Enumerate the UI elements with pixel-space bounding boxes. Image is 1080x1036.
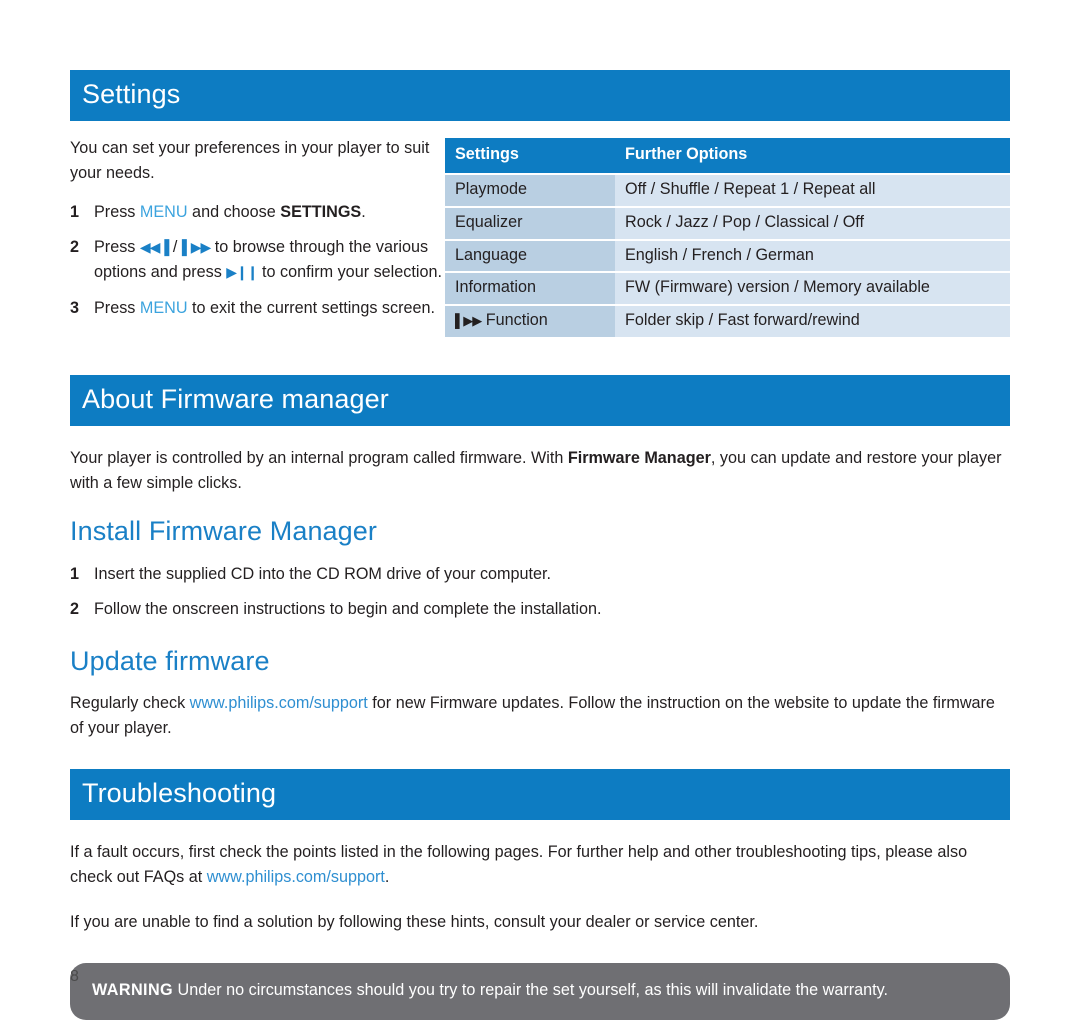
section-banner-settings: Settings (70, 70, 1010, 122)
page-number: 8 (70, 968, 79, 985)
warning-text: Under no circumstances should you try to… (173, 981, 889, 1000)
step1-mid: and choose (187, 203, 281, 222)
section-banner-settings-title: Settings (82, 79, 181, 109)
table-cell-options: Folder skip / Fast forward/rewind (615, 306, 1010, 338)
update-text-a: Regularly check (70, 693, 190, 712)
step-number: 1 (70, 203, 80, 222)
table-header-settings: Settings (445, 138, 615, 173)
step2-prefix: Press (94, 238, 140, 257)
step-text: Press MENU to exit the current settings … (94, 296, 445, 321)
step1-prefix: Press (94, 203, 140, 222)
firmware-intro-paragraph: Your player is controlled by an internal… (70, 446, 1010, 496)
table-row: ▌▶▶ Function Folder skip / Fast forward/… (445, 306, 1010, 338)
step1-suffix: . (361, 203, 366, 222)
step-text: Press MENU and choose SETTINGS. (94, 200, 445, 225)
table-cell-setting: Equalizer (445, 207, 615, 239)
table-cell-setting-function: ▌▶▶ Function (445, 306, 615, 338)
update-firmware-heading: Update firmware (70, 645, 270, 676)
settings-content-row: You can set your preferences in your pla… (70, 136, 1010, 339)
install-step-2: 2 Follow the onscreen instructions to be… (70, 597, 1010, 622)
table-cell-setting: Information (445, 273, 615, 305)
settings-step-1: 1 Press MENU and choose SETTINGS. (70, 200, 445, 225)
table-row: Playmode Off / Shuffle / Repeat 1 / Repe… (445, 174, 1010, 206)
table-header-row: Settings Further Options (445, 138, 1010, 173)
philips-support-link[interactable]: www.philips.com/support (190, 694, 368, 712)
install-steps-list: 1 Insert the supplied CD into the CD ROM… (70, 562, 1010, 622)
step3-prefix: Press (94, 298, 140, 317)
philips-support-link[interactable]: www.philips.com/support (207, 868, 385, 886)
settings-table-body: Playmode Off / Shuffle / Repeat 1 / Repe… (445, 174, 1010, 338)
install-firmware-heading: Install Firmware Manager (70, 516, 377, 547)
step-number: 1 (70, 564, 80, 583)
settings-keyword: SETTINGS (280, 203, 362, 222)
step-text: Follow the onscreen instructions to begi… (94, 599, 602, 618)
step-number: 2 (70, 599, 80, 618)
troubleshooting-text-b: . (384, 868, 390, 887)
firmware-intro-a: Your player is controlled by an internal… (70, 449, 568, 468)
table-row: Information FW (Firmware) version / Memo… (445, 273, 1010, 305)
settings-step-2: 2 Press ◀◀▐ / ▌▶▶ to browse through the … (70, 235, 445, 285)
settings-instructions-column: You can set your preferences in your pla… (70, 136, 445, 331)
table-row: Equalizer Rock / Jazz / Pop / Classical … (445, 207, 1010, 239)
settings-step-3: 3 Press MENU to exit the current setting… (70, 296, 445, 321)
settings-intro-paragraph: You can set your preferences in your pla… (70, 139, 430, 183)
install-step-1: 1 Insert the supplied CD into the CD ROM… (70, 562, 1010, 587)
warning-label: WARNING (92, 981, 174, 1000)
settings-steps-list: 1 Press MENU and choose SETTINGS. 2 Pres… (70, 200, 445, 320)
section-banner-firmware-title: About Firmware manager (82, 384, 389, 415)
troubleshooting-text-a: If a fault occurs, first check the point… (70, 843, 968, 887)
previous-track-icon: ◀◀▐ (139, 239, 169, 256)
manual-page: Settings You can set your preferences in… (70, 0, 1010, 1036)
table-cell-options: Off / Shuffle / Repeat 1 / Repeat all (615, 174, 1010, 206)
function-label: Function (481, 311, 548, 330)
table-cell-setting: Language (445, 240, 615, 272)
next-track-icon: ▌▶▶ (181, 239, 211, 256)
step-text: Press ◀◀▐ / ▌▶▶ to browse through the va… (94, 235, 445, 285)
settings-options-table: Settings Further Options Playmode Off / … (445, 136, 1010, 339)
step3-suffix: to exit the current settings screen. (187, 298, 435, 317)
troubleshooting-paragraph-1: If a fault occurs, first check the point… (70, 840, 1010, 890)
update-firmware-paragraph: Regularly check www.philips.com/support … (70, 691, 1010, 741)
settings-table-head: Settings Further Options (445, 138, 1010, 173)
step-number: 2 (70, 238, 80, 257)
section-banner-firmware: About Firmware manager (70, 375, 1010, 427)
step-number: 3 (70, 298, 80, 317)
step2-sep: / (168, 238, 182, 257)
table-cell-options: English / French / German (615, 240, 1010, 272)
troubleshooting-paragraph-2: If you are unable to find a solution by … (70, 913, 759, 932)
settings-table-column: Settings Further Options Playmode Off / … (445, 136, 1010, 339)
step2-suffix: to confirm your selection. (257, 263, 442, 282)
play-pause-icon: ▶❙❙ (226, 264, 258, 281)
table-row: Language English / French / German (445, 240, 1010, 272)
table-header-further-options: Further Options (615, 138, 1010, 173)
table-cell-setting: Playmode (445, 174, 615, 206)
step-text: Insert the supplied CD into the CD ROM d… (94, 564, 552, 583)
next-track-icon: ▌▶▶ (455, 313, 482, 329)
table-cell-options: Rock / Jazz / Pop / Classical / Off (615, 207, 1010, 239)
firmware-manager-keyword: Firmware Manager (567, 449, 711, 468)
section-banner-troubleshooting: Troubleshooting (70, 769, 1010, 821)
warning-box: WARNING Under no circumstances should yo… (70, 963, 1010, 1020)
table-cell-options: FW (Firmware) version / Memory available (615, 273, 1010, 305)
menu-keyword: MENU (139, 203, 188, 222)
section-banner-troubleshooting-title: Troubleshooting (82, 778, 277, 808)
menu-keyword: MENU (139, 298, 188, 317)
